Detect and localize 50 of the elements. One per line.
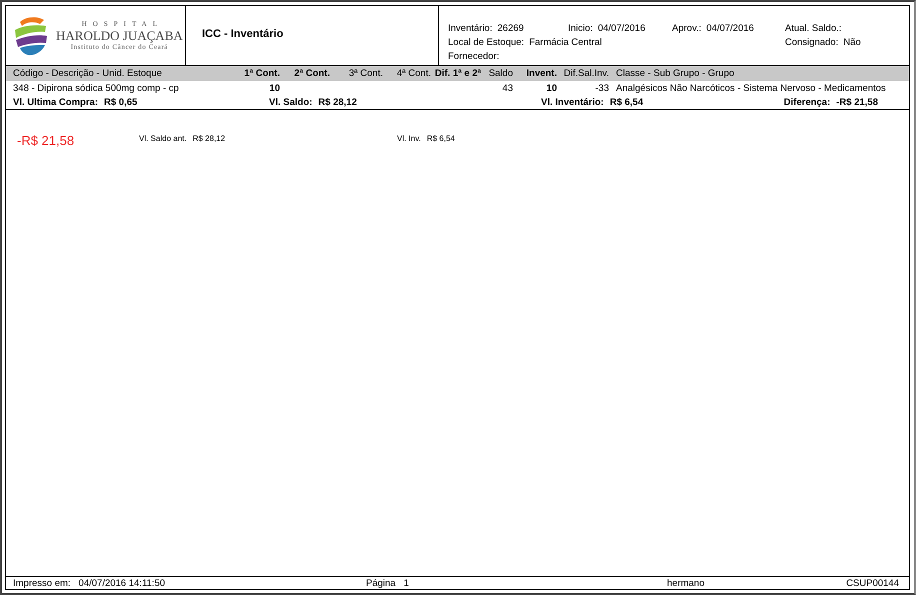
field-value: -R$ 21,58 (836, 96, 878, 108)
field-value: Não (843, 37, 861, 48)
table-cell-text: 43 (501, 82, 513, 94)
field-value: R$ 28,12 (318, 96, 357, 108)
field-label: Vl. Saldo ant. (139, 134, 187, 143)
logo-icon (12, 16, 50, 56)
field-value: R$ 28,12 (192, 134, 226, 143)
printed-timestamp: 04/07/2016 14:11:50 (78, 578, 166, 588)
printed-label: Impresso em: (13, 578, 71, 588)
field-label: Inventário: (448, 23, 492, 34)
table-cell-text: 348 - Dipirona sódica 500mg comp - cp (13, 82, 180, 94)
table-cell-text: 10 (268, 82, 280, 94)
user-name: hermano (667, 578, 706, 588)
column-header: Dif.Sal.Inv. (562, 68, 609, 79)
logo-name: HAROLDO JUAÇABA (56, 28, 183, 43)
field-label: Aprov.: (672, 23, 702, 34)
column-header: Invent. (525, 68, 557, 79)
field-value: 04/07/2016 (598, 23, 646, 34)
page-number: 1 (404, 578, 409, 588)
column-header: 2ª Cont. (293, 68, 330, 79)
field-value: R$ 6,54 (610, 96, 644, 108)
field-label: Diferença: (784, 96, 830, 108)
field-label: Vl. Inv. (397, 134, 421, 143)
column-header: Dif. 1ª e 2ª (434, 68, 481, 79)
field-value: R$ 0,65 (104, 96, 138, 108)
table-cell-text: 10 (545, 82, 557, 94)
field-value: Farmácia Central (529, 37, 602, 48)
column-header: 3ª Cont. (348, 68, 383, 79)
field-label: Inicio: (568, 23, 593, 34)
column-header: 4ª Cont. (396, 68, 431, 79)
field-label: Vl. Inventário: (541, 96, 604, 108)
page-label: Página (366, 578, 396, 588)
column-header: Classe - Sub Grupo - Grupo (615, 68, 736, 79)
table-cell-text: -33 (594, 82, 609, 94)
field-value: R$ 6,54 (426, 134, 455, 143)
field-label: Vl. Saldo: (269, 96, 312, 108)
field-label: Local de Estoque: (448, 37, 524, 48)
column-header: Saldo (488, 68, 513, 79)
field-value: 04/07/2016 (706, 23, 754, 34)
table-cell-text: Analgésicos Não Narcóticos - Sistema Nervoso - Medicamentos (615, 82, 887, 94)
field-label: Consignado: (785, 37, 838, 48)
field-value: 26269 (497, 23, 524, 34)
column-header: Código - Descrição - Unid. Estoque (13, 68, 163, 79)
difference-total: -R$ 21,58 (17, 133, 76, 148)
field-label: Fornecedor: (448, 51, 500, 62)
column-header: 1ª Cont. (243, 68, 280, 79)
field-label: Atual. Saldo.: (785, 23, 842, 34)
report-code: CSUP00144 (846, 578, 899, 588)
report-title: ICC - Inventário (202, 28, 284, 40)
field-label: Vl. Ultima Compra: (13, 96, 98, 108)
